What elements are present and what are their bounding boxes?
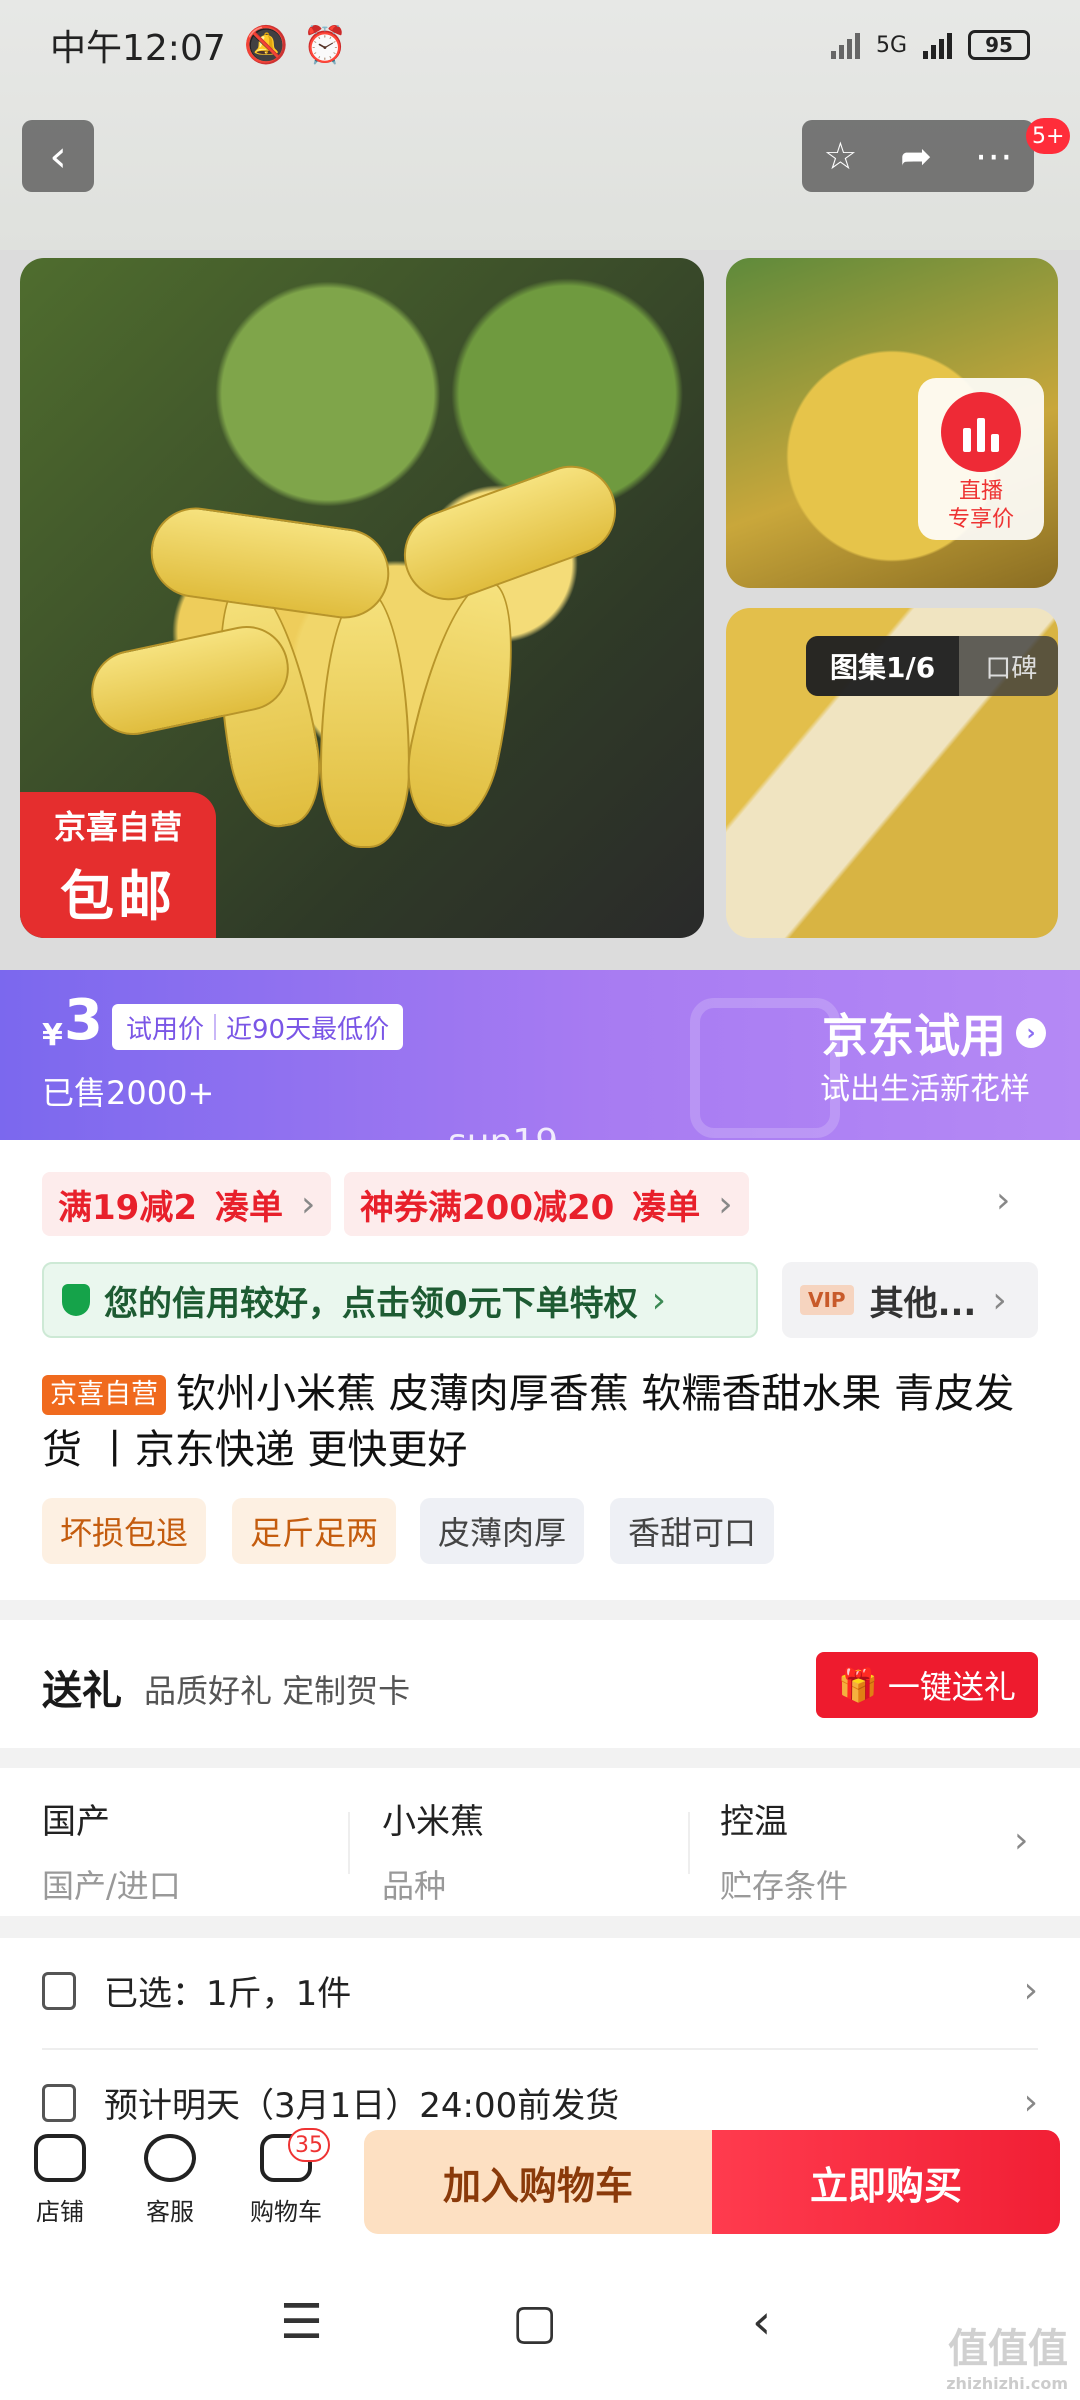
album-bar[interactable]: 图集1/6 口碑 (806, 636, 1058, 696)
share-icon[interactable]: ➦ (900, 134, 932, 178)
mute-icon: 🔕 (243, 25, 289, 66)
shield-icon (62, 1284, 90, 1316)
delivery-row[interactable]: 预计明天（3月1日）24:00前发货 › (42, 2078, 1038, 2127)
sold-count: 已售2000+ (42, 1074, 215, 1112)
chevron-right-icon: › (651, 1279, 667, 1321)
feature-tag: 坏损包退 (42, 1498, 207, 1564)
send-gift-button[interactable]: 🎁 一键送礼 (816, 1652, 1038, 1718)
system-back-icon[interactable]: ‹ (752, 2294, 771, 2350)
shop-button[interactable]: 店铺 (12, 2134, 108, 2227)
battery-icon: 95 (968, 30, 1030, 60)
currency-symbol: ¥ (42, 1018, 63, 1053)
gift-subtitle: 品质好礼 定制贺卡 (144, 1672, 411, 1710)
self-operated-tag: 京喜自营 (42, 1375, 166, 1415)
wifi-signal-icon (830, 31, 860, 59)
price-bar: ¥ 3 试用价 近90天最低价 已售2000+ 京东试用 › 试出生活新花样 (0, 970, 1080, 1140)
chevron-right-icon: › (1023, 2082, 1038, 2123)
network-type: 5G (875, 32, 907, 58)
site-watermark-logo: 值值值 zhizhizhi.com (946, 2326, 1068, 2393)
feature-tag: 足斤足两 (232, 1498, 397, 1564)
system-navigation: ☰ ▢ ‹ (0, 2246, 1080, 2400)
price-value: 3 (64, 988, 103, 1053)
gift-icon: 🎁 (838, 1666, 878, 1704)
attribute-origin: 国产 国产/进口 (42, 1802, 181, 1905)
gift-title: 送礼 (42, 1668, 122, 1714)
chevron-right-icon: › (718, 1183, 733, 1225)
chevron-right-icon: › (1023, 1970, 1038, 2011)
product-info: 满19减2 凑单 › 神券满200减20 凑单 › › 您的信用较好，点击领0元… (0, 1140, 1080, 1600)
chevron-left-icon: ‹ (49, 130, 67, 182)
promo-badge: 京喜自营 包邮 (20, 792, 216, 938)
live-stream-chip[interactable]: 直播 专享价 (918, 378, 1044, 540)
checklist-icon (42, 1971, 76, 2010)
jd-trial-link[interactable]: 京东试用 › (822, 1000, 1046, 1066)
chevron-right-icon: › (992, 1279, 1007, 1321)
status-bar: 中午12:07 🔕 ⏰ 5G 95 (0, 0, 1080, 90)
attribute-storage: 控温 贮存条件 (720, 1802, 849, 1905)
customer-service-button[interactable]: 客服 (122, 2134, 218, 2227)
product-title: 京喜自营 钦州小米蕉 皮薄肉厚香蕉 软糯香甜水果 青皮发货 丨京东快递 更快更好 (42, 1371, 1015, 1473)
buy-now-button[interactable]: 立即购买 (712, 2130, 1060, 2234)
smiley-chat-icon (144, 2134, 196, 2182)
reviews-link[interactable]: 口碑 (959, 648, 1037, 685)
main-product-image[interactable]: 京喜自营 包邮 (20, 258, 704, 938)
message-badge: 5+ (1026, 118, 1071, 154)
alarm-icon: ⏰ (302, 25, 348, 66)
chevron-right-icon: › (1016, 1018, 1046, 1048)
credit-banner[interactable]: 您的信用较好，点击领0元下单特权 › (42, 1262, 758, 1338)
product-gallery: 京喜自营 包邮 (0, 250, 1080, 970)
selection-section: 已选：1斤，1件 › 预计明天（3月1日）24:00前发货 › (0, 1938, 1080, 2138)
header-actions: ☆ ➦ ⋯ (802, 120, 1034, 192)
chevron-right-icon: › (1014, 1820, 1029, 1861)
album-count[interactable]: 图集1/6 (806, 636, 960, 696)
gift-row: 送礼 品质好礼 定制贺卡 🎁 一键送礼 (0, 1620, 1080, 1748)
attribute-variety: 小米蕉 品种 (382, 1802, 484, 1905)
chevron-right-icon: › (300, 1183, 316, 1225)
coupons-more-icon[interactable]: › (996, 1180, 1010, 1221)
feature-tag: 香甜可口 (610, 1498, 775, 1564)
more-icon[interactable]: ⋯ (975, 134, 1013, 178)
home-icon[interactable]: ▢ (512, 2294, 557, 2350)
vip-icon: VIP (800, 1285, 854, 1315)
cart-count-badge: 35 (288, 2128, 330, 2162)
cell-signal-icon (923, 31, 952, 59)
add-to-cart-button[interactable]: 加入购物车 (364, 2130, 712, 2234)
coupon-1[interactable]: 满19减2 凑单 › (42, 1172, 332, 1236)
document-icon (42, 2083, 76, 2122)
live-bars-icon (941, 392, 1021, 472)
menu-icon[interactable]: ☰ (280, 2294, 323, 2350)
jd-trial-subtitle: 试出生活新花样 (820, 1072, 1030, 1107)
store-icon (34, 2134, 86, 2182)
coupon-2[interactable]: 神券满200减20 凑单 › (344, 1172, 749, 1236)
favorite-star-icon[interactable]: ☆ (823, 134, 857, 178)
back-button[interactable]: ‹ (22, 120, 94, 192)
selected-spec-row[interactable]: 已选：1斤，1件 › (42, 1966, 1038, 2015)
feature-tag: 皮薄肉厚 (420, 1498, 585, 1564)
status-time: 中午12:07 (50, 28, 226, 69)
attributes-row[interactable]: 国产 国产/进口 小米蕉 品种 控温 贮存条件 › (0, 1768, 1080, 1916)
bag-heart-icon (690, 998, 840, 1138)
price-tag: 试用价 近90天最低价 (112, 1004, 404, 1050)
other-benefits-button[interactable]: VIP 其他... › (782, 1262, 1038, 1338)
